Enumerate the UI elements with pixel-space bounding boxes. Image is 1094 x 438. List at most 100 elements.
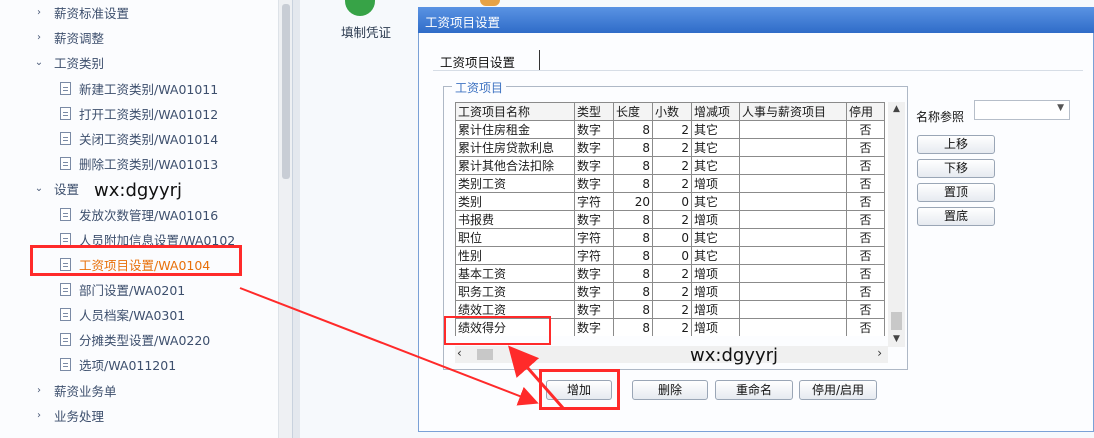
table-cell[interactable]: 8: [613, 282, 653, 301]
column-header[interactable]: 增减项: [691, 102, 740, 121]
table-cell[interactable]: 数字: [574, 120, 614, 139]
sort-reference-select[interactable]: ▼: [974, 100, 1070, 120]
table-cell[interactable]: 否: [846, 174, 885, 193]
table-cell[interactable]: 职务工资: [455, 282, 575, 301]
table-cell[interactable]: 书报费: [455, 210, 575, 229]
nav-item-delete-category[interactable]: 删除工资类别/WA01013: [0, 151, 278, 176]
table-cell[interactable]: 否: [846, 264, 885, 283]
scroll-down-icon[interactable]: ▼: [888, 334, 905, 346]
table-cell[interactable]: 8: [613, 138, 653, 157]
table-cell[interactable]: 累计住房贷款利息: [455, 138, 575, 157]
table-cell[interactable]: 否: [846, 138, 885, 157]
table-cell[interactable]: 增项: [691, 282, 740, 301]
column-header[interactable]: 小数: [652, 102, 692, 121]
table-cell[interactable]: 2: [652, 174, 692, 193]
table-cell[interactable]: 字符: [574, 246, 614, 265]
nav-item-department[interactable]: 部门设置/WA0201: [0, 277, 278, 302]
table-cell[interactable]: 否: [846, 282, 885, 301]
table-cell[interactable]: 20: [613, 192, 653, 211]
table-cell[interactable]: [739, 174, 847, 193]
table-cell[interactable]: 2: [652, 318, 692, 336]
table-cell[interactable]: 2: [652, 210, 692, 229]
column-header[interactable]: 人事与薪资项目: [739, 102, 847, 121]
table-cell[interactable]: 数字: [574, 138, 614, 157]
nav-item-open-category[interactable]: 打开工资类别/WA01012: [0, 101, 278, 126]
move-up-button[interactable]: 上移: [917, 135, 995, 154]
table-cell[interactable]: 否: [846, 120, 885, 139]
nav-item-allocation-type[interactable]: 分摊类型设置/WA0220: [0, 327, 278, 352]
table-cell[interactable]: 否: [846, 246, 885, 265]
table-cell[interactable]: 基本工资: [455, 264, 575, 283]
splitter[interactable]: [292, 0, 300, 438]
nav-scrollbar[interactable]: [278, 0, 293, 438]
table-cell[interactable]: 2: [652, 300, 692, 319]
table-row[interactable]: 职务工资 数字 8 2 增项 否: [455, 282, 885, 301]
table-row[interactable]: 累计其他合法扣除 数字 8 2 其它 否: [455, 156, 885, 175]
table-cell[interactable]: 8: [613, 156, 653, 175]
table-cell[interactable]: 否: [846, 192, 885, 211]
move-down-button[interactable]: 下移: [917, 159, 995, 178]
table-cell[interactable]: 8: [613, 300, 653, 319]
table-cell[interactable]: 数字: [574, 300, 614, 319]
table-cell[interactable]: 2: [652, 120, 692, 139]
dialog-titlebar[interactable]: [418, 7, 1094, 33]
table-row[interactable]: 职位 字符 8 0 其它 否: [455, 228, 885, 247]
table-cell[interactable]: 8: [613, 318, 653, 336]
scroll-right-icon[interactable]: ›: [877, 346, 882, 360]
table-cell[interactable]: 0: [652, 228, 692, 247]
nav-item-new-category[interactable]: 新建工资类别/WA01011: [0, 76, 278, 101]
vertical-scrollbar[interactable]: ▲ ▼: [888, 102, 905, 347]
table-cell[interactable]: 8: [613, 174, 653, 193]
table-cell[interactable]: 职位: [455, 228, 575, 247]
table-cell[interactable]: 累计住房租金: [455, 120, 575, 139]
toolbar-icon[interactable]: [480, 0, 500, 6]
table-cell[interactable]: [739, 246, 847, 265]
table-row[interactable]: 书报费 数字 8 2 增项 否: [455, 210, 885, 229]
nav-group-business[interactable]: › 业务处理: [0, 403, 278, 428]
table-cell[interactable]: [739, 156, 847, 175]
scroll-thumb[interactable]: [282, 4, 290, 179]
table-row[interactable]: 累计住房租金 数字 8 2 其它 否: [455, 120, 885, 139]
table-cell[interactable]: 8: [613, 228, 653, 247]
voucher-label[interactable]: 填制凭证: [341, 22, 391, 41]
table-cell[interactable]: [739, 192, 847, 211]
table-cell[interactable]: 增项: [691, 300, 740, 319]
table-cell[interactable]: 增项: [691, 318, 740, 336]
table-cell[interactable]: 2: [652, 264, 692, 283]
table-row[interactable]: 累计住房贷款利息 数字 8 2 其它 否: [455, 138, 885, 157]
table-row[interactable]: 类别 字符 20 0 其它 否: [455, 192, 885, 211]
move-top-button[interactable]: 置顶: [917, 183, 995, 202]
table-cell[interactable]: [739, 282, 847, 301]
table-cell[interactable]: 其它: [691, 246, 740, 265]
table-cell[interactable]: [739, 210, 847, 229]
toggle-enable-button[interactable]: 停用/启用: [799, 380, 877, 400]
table-cell[interactable]: 增项: [691, 264, 740, 283]
column-header[interactable]: 停用: [846, 102, 885, 121]
table-cell[interactable]: 性别: [455, 246, 575, 265]
table-row[interactable]: 性别 字符 8 0 其它 否: [455, 246, 885, 265]
table-cell[interactable]: 字符: [574, 228, 614, 247]
table-cell[interactable]: 0: [652, 192, 692, 211]
table-cell[interactable]: 否: [846, 210, 885, 229]
table-cell[interactable]: 8: [613, 120, 653, 139]
table-cell[interactable]: [739, 264, 847, 283]
table-cell[interactable]: 数字: [574, 264, 614, 283]
table-cell[interactable]: 否: [846, 156, 885, 175]
table-cell[interactable]: 增项: [691, 210, 740, 229]
table-cell[interactable]: 8: [613, 246, 653, 265]
nav-group-salary-docs[interactable]: › 薪资业务单: [0, 378, 278, 403]
table-cell[interactable]: 否: [846, 300, 885, 319]
table-cell[interactable]: 其它: [691, 138, 740, 157]
table-cell[interactable]: 累计其他合法扣除: [455, 156, 575, 175]
table-cell[interactable]: [739, 138, 847, 157]
table-cell[interactable]: 其它: [691, 120, 740, 139]
move-bottom-button[interactable]: 置底: [917, 207, 995, 226]
table-cell[interactable]: 数字: [574, 318, 614, 336]
column-header[interactable]: 长度: [613, 102, 653, 121]
column-header[interactable]: 工资项目名称: [455, 102, 575, 121]
table-cell[interactable]: [739, 300, 847, 319]
nav-group-wage-category[interactable]: ⌄ 工资类别: [0, 50, 278, 75]
table-cell[interactable]: 2: [652, 156, 692, 175]
tab-wage-item-settings[interactable]: 工资项目设置: [440, 52, 515, 71]
rename-button[interactable]: 重命名: [715, 380, 793, 400]
